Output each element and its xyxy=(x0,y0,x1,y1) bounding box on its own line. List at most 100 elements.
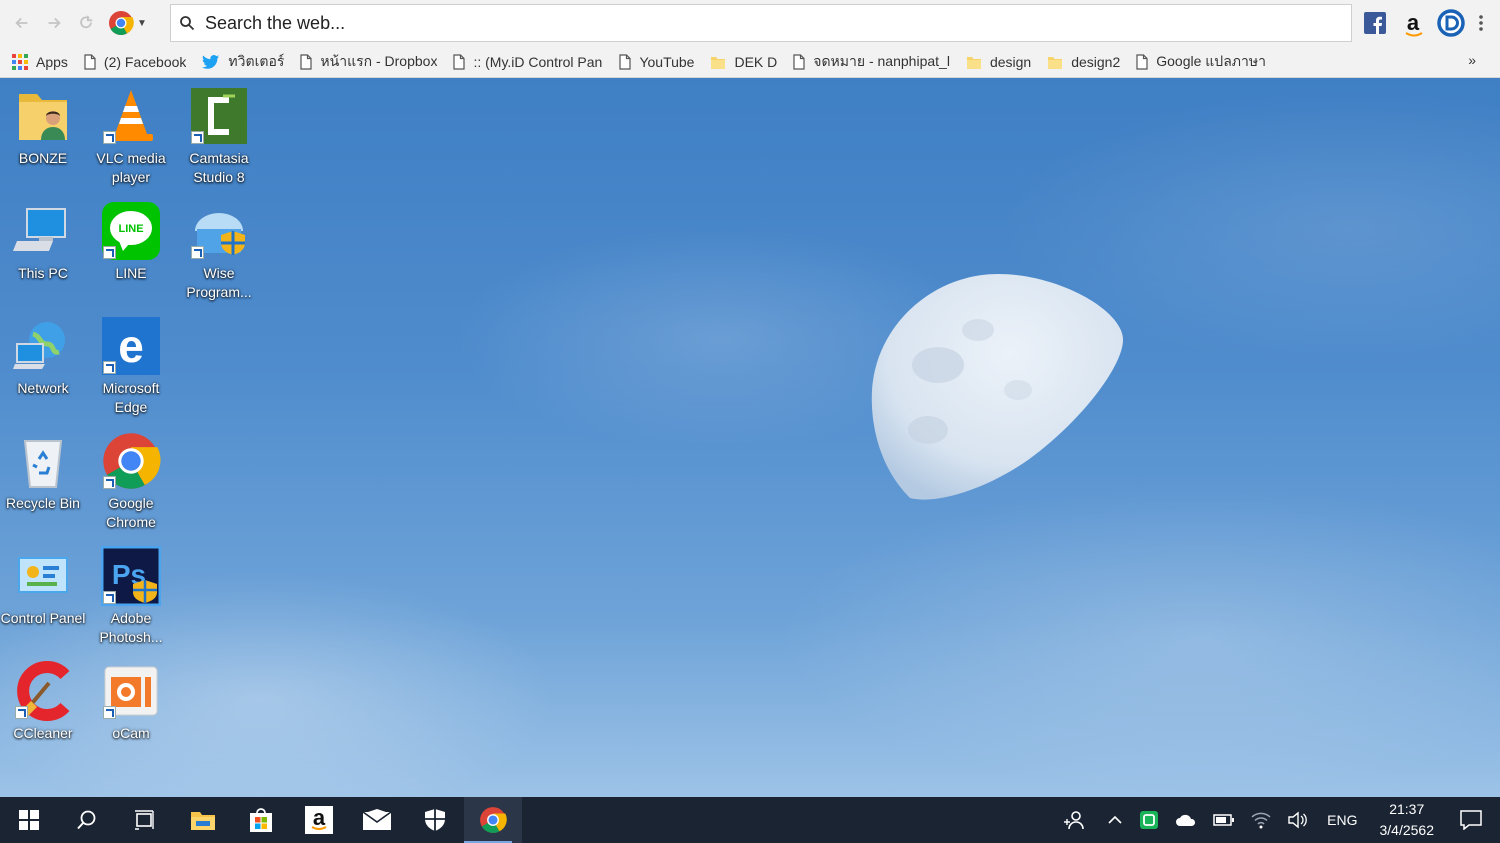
desktop[interactable]: BONZE VLC media player Camtasia Studio 8 Th… xyxy=(0,78,1500,797)
extensions-area: a xyxy=(1360,8,1496,38)
desktop-icon-label: VLC media player xyxy=(96,150,166,185)
amazon-icon: a xyxy=(305,805,333,834)
svg-text:e: e xyxy=(118,320,144,372)
bookmark-label: Google แปลภาษา xyxy=(1156,52,1266,69)
back-arrow-icon xyxy=(15,17,28,29)
bookmark-item[interactable]: design xyxy=(966,50,1031,74)
apps-grid-icon xyxy=(12,53,28,70)
search-input[interactable] xyxy=(203,7,1307,39)
bookmark-apps[interactable]: Apps xyxy=(12,50,68,74)
desktop-icon-chrome[interactable]: Google Chrome xyxy=(88,431,174,532)
recycle-bin-icon xyxy=(13,431,73,491)
clock[interactable]: 21:37 3/4/2562 xyxy=(1370,799,1449,841)
file-explorer-button[interactable] xyxy=(174,797,232,843)
action-center-button[interactable] xyxy=(1448,797,1500,843)
desktop-icon-label: Google Chrome xyxy=(106,495,156,530)
desktop-icon-label: Control Panel xyxy=(0,610,86,626)
line-icon: LINE xyxy=(101,201,161,261)
control-panel-icon xyxy=(13,546,73,606)
chrome-menu-button[interactable] xyxy=(1474,8,1488,38)
desktop-icon-photoshop[interactable]: Ps Adobe Photosh... xyxy=(88,545,174,647)
bookmark-label: design2 xyxy=(1071,53,1121,70)
search-button[interactable] xyxy=(58,797,116,843)
desktop-icon-camtasia[interactable]: Camtasia Studio 8 xyxy=(176,86,262,187)
search-engine-selector[interactable]: ▼ xyxy=(108,10,160,36)
mail-button[interactable] xyxy=(348,797,406,843)
vlc-icon xyxy=(101,86,161,146)
start-icon xyxy=(19,810,39,830)
desktop-icon-line[interactable]: LINE LINE xyxy=(88,201,174,283)
store-button[interactable] xyxy=(232,797,290,843)
dashlane-icon xyxy=(1437,9,1465,37)
bookmark-item[interactable]: YouTube xyxy=(619,50,694,74)
desktop-icon-label: CCleaner xyxy=(13,725,73,741)
task-view-button[interactable] xyxy=(116,797,174,843)
user-folder-icon xyxy=(13,86,73,146)
desktop-icon-network[interactable]: Network xyxy=(0,316,86,398)
desktop-icon-vlc[interactable]: VLC media player xyxy=(88,86,174,187)
input-language-button[interactable]: ENG xyxy=(1315,797,1369,843)
people-button[interactable] xyxy=(1055,797,1093,843)
amazon-smile-icon xyxy=(311,826,327,830)
desktop-icon-label: This PC xyxy=(18,265,68,281)
shortcut-arrow-icon xyxy=(103,131,116,144)
reload-button[interactable] xyxy=(70,7,102,39)
edge-icon: e xyxy=(101,316,161,376)
browser-toolbar: ▼ a xyxy=(0,0,1500,46)
desktop-icon-ccleaner[interactable]: CCleaner xyxy=(0,661,86,743)
desktop-icon-control-panel[interactable]: Control Panel xyxy=(0,546,86,628)
amazon-smile-icon xyxy=(1405,32,1423,37)
bookmark-item[interactable]: DEK D xyxy=(710,50,777,74)
shortcut-arrow-icon xyxy=(191,131,204,144)
amazon-icon: a xyxy=(1405,10,1423,37)
security-button[interactable] xyxy=(406,797,464,843)
back-button[interactable] xyxy=(6,7,38,39)
bookmark-item[interactable]: ทวิตเตอร์ xyxy=(202,50,284,74)
bookmark-item[interactable]: :: (My.iD Control Pane xyxy=(453,50,603,74)
battery-button[interactable] xyxy=(1205,797,1243,843)
onedrive-button[interactable] xyxy=(1167,797,1205,843)
forward-button[interactable] xyxy=(38,7,70,39)
shortcut-arrow-icon xyxy=(103,476,116,489)
bookmark-item[interactable]: design2 xyxy=(1047,50,1120,74)
show-hidden-icons-button[interactable] xyxy=(1099,797,1131,843)
amazon-button[interactable]: a xyxy=(290,797,348,843)
bookmark-label: (2) Facebook xyxy=(103,53,187,70)
volume-button[interactable] xyxy=(1279,797,1315,843)
desktop-icon-edge[interactable]: e Microsoft Edge xyxy=(88,316,174,417)
desktop-icon-ocam[interactable]: oCam xyxy=(88,661,174,743)
bookmark-item[interactable]: หน้าแรก - Dropbox xyxy=(300,50,437,74)
kebab-menu-icon xyxy=(1479,15,1483,31)
facebook-extension[interactable] xyxy=(1360,8,1390,38)
task-view-icon xyxy=(135,810,154,830)
bookmarks-overflow-button[interactable]: » xyxy=(1468,52,1476,68)
svg-text:LINE: LINE xyxy=(118,223,143,235)
chrome-taskbar-button[interactable] xyxy=(464,797,522,843)
page-icon xyxy=(1136,53,1148,70)
desktop-icon-wise[interactable]: Wise Program... xyxy=(176,201,262,302)
bookmark-label: :: (My.iD Control Pane xyxy=(473,53,604,70)
start-button[interactable] xyxy=(0,797,58,843)
amazon-extension[interactable]: a xyxy=(1398,8,1428,38)
address-bar[interactable] xyxy=(170,4,1352,42)
bookmark-item[interactable]: จดหมาย - nanphipat_l xyxy=(793,50,950,74)
bookmark-item[interactable]: Google แปลภาษา xyxy=(1136,50,1266,74)
network-button[interactable] xyxy=(1243,797,1279,843)
chrome-logo-icon xyxy=(109,11,134,36)
onedrive-cloud-icon xyxy=(1176,814,1196,826)
dashlane-extension[interactable] xyxy=(1436,8,1466,38)
desktop-icon-user-folder[interactable]: BONZE xyxy=(0,86,86,168)
system-tray: ENG 21:37 3/4/2562 xyxy=(1055,797,1500,843)
desktop-icon-label: Adobe Photosh... xyxy=(99,610,163,645)
bookmark-label: DEK D xyxy=(734,53,778,70)
desktop-icon-label: Camtasia Studio 8 xyxy=(189,150,249,185)
page-icon xyxy=(793,53,805,70)
desktop-icon-computer[interactable]: This PC xyxy=(0,201,86,283)
desktop-icon-recycle-bin[interactable]: Recycle Bin xyxy=(0,431,86,513)
mail-icon xyxy=(362,809,392,830)
bookmark-label: ทวิตเตอร์ xyxy=(228,52,285,69)
tray-app-button[interactable] xyxy=(1131,797,1167,843)
shortcut-arrow-icon xyxy=(103,706,116,719)
speaker-icon xyxy=(1288,811,1308,829)
bookmark-item[interactable]: (2) Facebook xyxy=(84,50,186,74)
